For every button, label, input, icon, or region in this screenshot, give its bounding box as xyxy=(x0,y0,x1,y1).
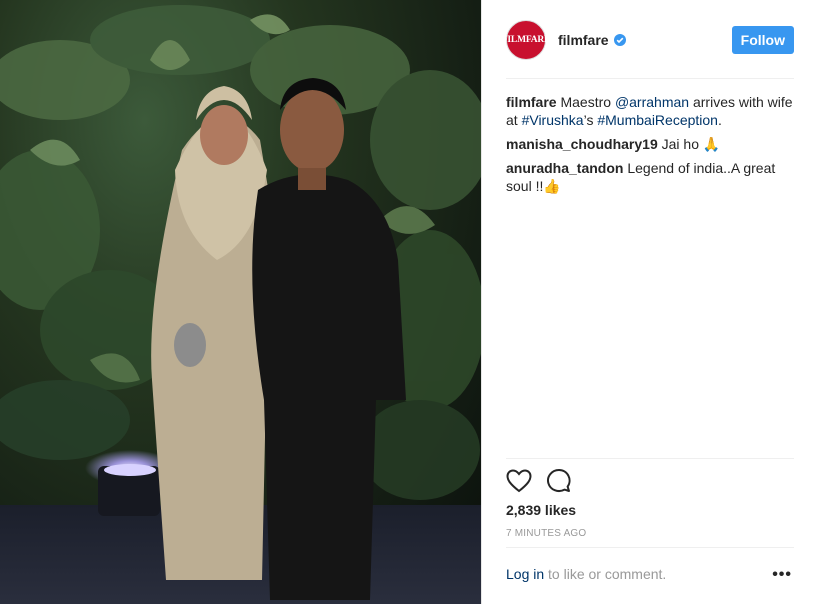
caption: filmfare Maestro @arrahman arrives with … xyxy=(506,93,794,129)
comment-username[interactable]: anuradha_tandon xyxy=(506,160,623,176)
hashtag-link[interactable]: #Virushka xyxy=(522,112,584,128)
heart-icon[interactable] xyxy=(506,469,532,493)
login-prompt-text: to like or comment. xyxy=(544,566,667,582)
verified-badge-icon xyxy=(613,34,626,46)
comment-bubble-icon[interactable] xyxy=(546,468,572,494)
caption-text: ’s xyxy=(583,112,598,128)
mention-link[interactable]: @arrahman xyxy=(615,94,689,110)
comment-item: anuradha_tandon Legend of india..A great… xyxy=(506,159,794,195)
divider xyxy=(506,78,794,79)
caption-username[interactable]: filmfare xyxy=(506,94,557,110)
follow-button[interactable]: Follow xyxy=(731,26,794,54)
post-sidebar: FILMFARE filmfare Follow filmfare Maestr… xyxy=(481,0,816,604)
comment-username[interactable]: manisha_choudhary19 xyxy=(506,136,658,152)
avatar[interactable]: FILMFARE xyxy=(502,20,550,60)
likes-count[interactable]: 2,839 likes xyxy=(506,502,576,518)
comments-list: filmfare Maestro @arrahman arrives with … xyxy=(506,93,794,201)
caption-text: Maestro xyxy=(560,94,615,110)
divider xyxy=(506,458,794,459)
login-prompt: Log in to like or comment. xyxy=(506,566,666,582)
comment-item: manisha_choudhary19 Jai ho 🙏 xyxy=(506,135,794,153)
hashtag-link[interactable]: #MumbaiReception xyxy=(597,112,718,128)
comment-text: Jai ho 🙏 xyxy=(661,136,721,152)
more-options-icon[interactable]: ••• xyxy=(772,566,792,584)
caption-text: . xyxy=(717,112,722,128)
login-link[interactable]: Log in xyxy=(506,566,544,582)
post-actions xyxy=(506,466,572,496)
account-username[interactable]: filmfare xyxy=(558,32,609,48)
post-photo[interactable] xyxy=(0,0,481,604)
divider xyxy=(506,547,794,548)
post-timestamp[interactable]: 7 MINUTES AGO xyxy=(506,528,586,539)
post-header: FILMFARE filmfare Follow xyxy=(502,18,794,62)
photo-illustration xyxy=(0,5,481,604)
